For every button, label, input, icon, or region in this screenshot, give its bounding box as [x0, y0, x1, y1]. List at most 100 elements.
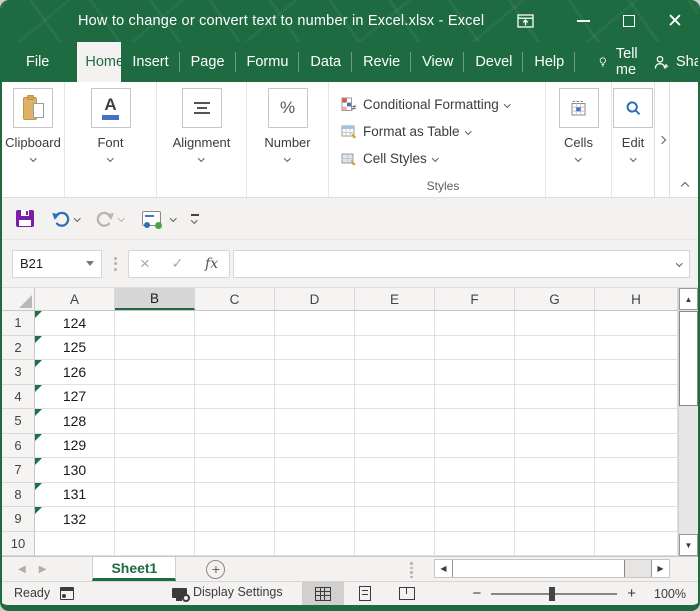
select-all-button[interactable] — [2, 288, 35, 310]
record-macro-icon[interactable] — [60, 587, 74, 600]
cell-H9[interactable] — [595, 507, 678, 532]
vertical-scrollbar[interactable]: ▲ ▼ — [678, 288, 698, 556]
column-header-E[interactable]: E — [355, 288, 435, 310]
cell-G2[interactable] — [515, 336, 595, 361]
cell-D9[interactable] — [275, 507, 355, 532]
cell-F1[interactable] — [435, 311, 515, 336]
cell-G9[interactable] — [515, 507, 595, 532]
display-settings-button[interactable]: Display Settings — [172, 585, 283, 599]
enter-button[interactable]: ✓ — [172, 255, 184, 272]
cell-A1[interactable]: 124 — [35, 311, 115, 336]
column-header-A[interactable]: A — [35, 288, 115, 310]
tab-bar-grip[interactable] — [410, 562, 413, 578]
cell-G10[interactable] — [515, 532, 595, 557]
cell-E6[interactable] — [355, 434, 435, 459]
zoom-slider-handle[interactable] — [549, 587, 555, 601]
cell-E3[interactable] — [355, 360, 435, 385]
alignment-group-button[interactable]: Alignment — [157, 82, 247, 197]
cell-C6[interactable] — [195, 434, 275, 459]
save-button[interactable] — [16, 210, 34, 227]
tab-home[interactable]: Home — [77, 42, 121, 82]
cell-styles-button[interactable]: Cell Styles — [341, 147, 437, 169]
new-sheet-button[interactable]: + — [206, 560, 225, 579]
cell-H2[interactable] — [595, 336, 678, 361]
cell-A9[interactable]: 132 — [35, 507, 115, 532]
cell-C1[interactable] — [195, 311, 275, 336]
cell-B9[interactable] — [115, 507, 195, 532]
row-header-7[interactable]: 7 — [2, 458, 35, 483]
customize-qat-button[interactable] — [191, 214, 199, 222]
tab-page[interactable]: Page — [180, 42, 236, 82]
scroll-right-button[interactable]: ▶ — [651, 560, 669, 577]
clipboard-group-button[interactable]: Clipboard — [2, 82, 65, 197]
cell-B8[interactable] — [115, 483, 195, 508]
tab-data[interactable]: Data — [299, 42, 352, 82]
cell-C8[interactable] — [195, 483, 275, 508]
formula-input[interactable] — [233, 250, 690, 278]
cell-A3[interactable]: 126 — [35, 360, 115, 385]
cell-H1[interactable] — [595, 311, 678, 336]
cell-G7[interactable] — [515, 458, 595, 483]
redo-button[interactable] — [95, 210, 124, 228]
cell-H3[interactable] — [595, 360, 678, 385]
font-group-button[interactable]: A Font — [65, 82, 157, 197]
cell-D2[interactable] — [275, 336, 355, 361]
minimize-button[interactable] — [560, 0, 606, 42]
row-header-6[interactable]: 6 — [2, 434, 35, 459]
cell-A6[interactable]: 129 — [35, 434, 115, 459]
cell-E2[interactable] — [355, 336, 435, 361]
cell-D4[interactable] — [275, 385, 355, 410]
chevron-down-icon[interactable] — [118, 215, 124, 221]
number-group-button[interactable]: % Number — [247, 82, 329, 197]
name-box-dropdown-icon[interactable] — [86, 261, 94, 266]
scroll-left-button[interactable]: ◀ — [435, 560, 453, 577]
tell-me-button[interactable]: Tell me — [589, 42, 653, 82]
formula-bar-expand-icon[interactable] — [676, 260, 682, 266]
column-header-B[interactable]: B — [115, 288, 195, 310]
insert-function-button[interactable]: fx — [205, 256, 218, 272]
horizontal-scrollbar[interactable]: ◀ ▶ — [434, 559, 670, 578]
cell-F7[interactable] — [435, 458, 515, 483]
cell-C7[interactable] — [195, 458, 275, 483]
cell-C10[interactable] — [195, 532, 275, 557]
name-box[interactable]: B21 — [12, 250, 102, 278]
cell-F2[interactable] — [435, 336, 515, 361]
zoom-level[interactable]: 100% — [646, 587, 686, 601]
horizontal-scrollbar-thumb[interactable] — [453, 560, 625, 577]
cell-B2[interactable] — [115, 336, 195, 361]
close-button[interactable]: ✕ — [652, 0, 698, 42]
horizontal-scrollbar-track[interactable] — [625, 560, 651, 577]
cell-B4[interactable] — [115, 385, 195, 410]
conditional-formatting-button[interactable]: ≠ Conditional Formatting — [341, 93, 509, 115]
cell-D5[interactable] — [275, 409, 355, 434]
tab-devel[interactable]: Devel — [464, 42, 523, 82]
cell-C5[interactable] — [195, 409, 275, 434]
cell-G1[interactable] — [515, 311, 595, 336]
normal-view-button[interactable] — [302, 582, 344, 605]
cell-A5[interactable]: 128 — [35, 409, 115, 434]
cell-B3[interactable] — [115, 360, 195, 385]
row-header-10[interactable]: 10 — [2, 532, 35, 557]
cell-E10[interactable] — [355, 532, 435, 557]
cell-E1[interactable] — [355, 311, 435, 336]
cell-H6[interactable] — [595, 434, 678, 459]
zoom-out-button[interactable]: − — [472, 585, 481, 602]
cell-D6[interactable] — [275, 434, 355, 459]
vertical-scrollbar-thumb[interactable] — [679, 311, 698, 406]
cell-F5[interactable] — [435, 409, 515, 434]
row-header-5[interactable]: 5 — [2, 409, 35, 434]
zoom-in-button[interactable]: + — [627, 585, 636, 602]
cell-D1[interactable] — [275, 311, 355, 336]
cell-E5[interactable] — [355, 409, 435, 434]
cell-F3[interactable] — [435, 360, 515, 385]
cell-H8[interactable] — [595, 483, 678, 508]
cell-H5[interactable] — [595, 409, 678, 434]
tab-formu[interactable]: Formu — [236, 42, 300, 82]
vertical-scrollbar-track[interactable] — [679, 406, 698, 534]
format-as-table-button[interactable]: Format as Table — [341, 120, 470, 142]
column-header-G[interactable]: G — [515, 288, 595, 310]
scroll-down-button[interactable]: ▼ — [679, 534, 698, 556]
undo-button[interactable] — [51, 210, 80, 228]
next-sheet-button[interactable]: ▶ — [39, 564, 47, 575]
row-header-2[interactable]: 2 — [2, 336, 35, 361]
